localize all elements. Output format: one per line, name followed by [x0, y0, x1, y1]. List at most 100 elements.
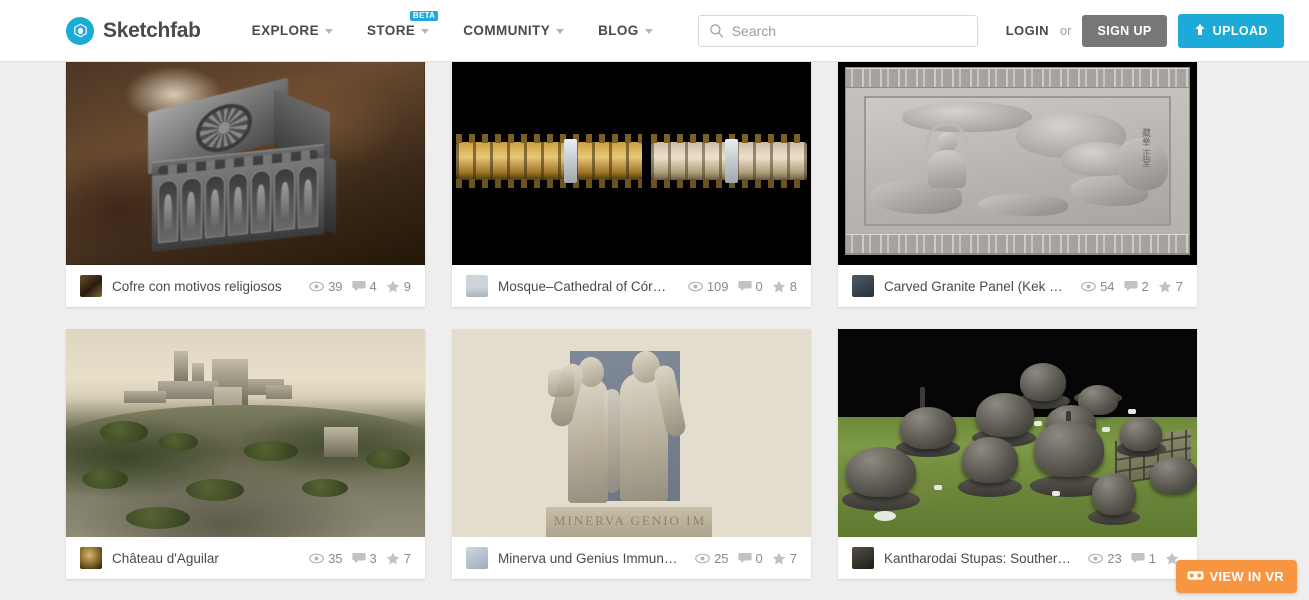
model-thumbnail[interactable]	[838, 329, 1197, 537]
model-title[interactable]: Cofre con motivos religiosos	[112, 279, 282, 294]
eye-icon	[695, 553, 710, 564]
likes-count: 9	[404, 279, 411, 294]
stat-likes: 7	[772, 551, 797, 566]
stat-comments: 0	[738, 279, 763, 294]
model-card-footer: Minerva und Genius Immunium 25 0	[452, 537, 811, 579]
stat-comments: 3	[352, 551, 377, 566]
views-count: 25	[714, 551, 728, 566]
search-input[interactable]	[732, 23, 952, 39]
stat-views: 23	[1088, 551, 1121, 566]
model-stats: 35 3 7	[292, 551, 411, 566]
comments-count: 3	[370, 551, 377, 566]
thumbnail-art-cordoba-beams	[452, 57, 811, 265]
model-card[interactable]: Château d'Aguilar 35 3	[66, 329, 425, 579]
avatar[interactable]	[852, 275, 874, 297]
star-icon	[386, 552, 400, 565]
thumbnail-art-minerva-relief: MINERVA GENIO IM	[452, 329, 811, 537]
views-count: 39	[328, 279, 342, 294]
avatar[interactable]	[466, 547, 488, 569]
sketchfab-cube-icon	[66, 17, 94, 45]
nav-label-store: STORE	[367, 23, 415, 38]
nav-item-blog[interactable]: BLOG	[581, 0, 670, 62]
chevron-down-icon	[421, 29, 429, 34]
avatar[interactable]	[852, 547, 874, 569]
avatar[interactable]	[80, 547, 102, 569]
likes-count: 7	[404, 551, 411, 566]
star-icon	[386, 280, 400, 293]
model-card[interactable]: MINERVA GENIO IM Minerva und Genius Immu…	[452, 329, 811, 579]
upload-arrow-icon	[1194, 23, 1206, 39]
model-title[interactable]: Minerva und Genius Immunium	[498, 551, 678, 566]
comment-bubble-icon	[1124, 280, 1138, 292]
model-card-footer: Carved Granite Panel (Kek Lok Si T... 54…	[838, 265, 1197, 307]
likes-count: 7	[790, 551, 797, 566]
views-count: 109	[707, 279, 729, 294]
model-thumbnail[interactable]: 藏拳 正堂	[838, 57, 1197, 265]
nav-label-community: COMMUNITY	[463, 23, 550, 38]
model-card[interactable]: Mosque–Cathedral of Córdoba - I... 109 0	[452, 57, 811, 307]
model-card[interactable]: 藏拳 正堂 Carved Granite Panel (Kek Lok Si T…	[838, 57, 1197, 307]
comment-bubble-icon	[352, 552, 366, 564]
stat-likes: 7	[1158, 279, 1183, 294]
stat-views: 54	[1081, 279, 1114, 294]
stat-comments: 4	[352, 279, 377, 294]
minerva-inscription: MINERVA GENIO IM	[554, 513, 706, 529]
vr-button-label: VIEW IN VR	[1209, 569, 1284, 584]
star-icon	[1158, 280, 1172, 293]
view-in-vr-button[interactable]: VIEW IN VR	[1176, 560, 1297, 593]
nav-item-explore[interactable]: EXPLORE	[235, 0, 350, 62]
beta-badge: BETA	[410, 11, 438, 22]
model-thumbnail[interactable]: MINERVA GENIO IM	[452, 329, 811, 537]
model-stats: 25 0 7	[678, 551, 797, 566]
sketchfab-logo[interactable]: Sketchfab	[66, 17, 201, 45]
nav-label-explore: EXPLORE	[252, 23, 319, 38]
stat-likes: 9	[386, 279, 411, 294]
model-stats: 54 2 7	[1064, 279, 1183, 294]
search-icon	[709, 23, 724, 38]
model-card-footer: Kantharodai Stupas: Southern Sect... 23 …	[838, 537, 1197, 579]
stat-views: 35	[309, 551, 342, 566]
signup-button[interactable]: SIGN UP	[1082, 15, 1166, 47]
chevron-down-icon	[645, 29, 653, 34]
logo-text: Sketchfab	[103, 19, 201, 43]
comment-bubble-icon	[352, 280, 366, 292]
model-stats: 109 0 8	[671, 279, 797, 294]
vr-goggles-icon	[1187, 569, 1204, 584]
panel-inscription: 藏拳 正堂	[1139, 128, 1151, 167]
chevron-down-icon	[556, 29, 564, 34]
thumbnail-art-granite-panel: 藏拳 正堂	[838, 57, 1197, 265]
model-card[interactable]: Kantharodai Stupas: Southern Sect... 23 …	[838, 329, 1197, 579]
model-title[interactable]: Kantharodai Stupas: Southern Sect...	[884, 551, 1071, 566]
auth-controls: LOGIN or SIGN UP UPLOAD	[1006, 14, 1284, 48]
model-title[interactable]: Mosque–Cathedral of Córdoba - I...	[498, 279, 671, 294]
stat-comments: 0	[738, 551, 763, 566]
model-card[interactable]: Cofre con motivos religiosos 39 4	[66, 57, 425, 307]
upload-button[interactable]: UPLOAD	[1178, 14, 1284, 48]
nav-item-community[interactable]: COMMUNITY	[446, 0, 581, 62]
model-thumbnail[interactable]	[66, 57, 425, 265]
comment-bubble-icon	[1131, 552, 1145, 564]
model-card-footer: Mosque–Cathedral of Córdoba - I... 109 0	[452, 265, 811, 307]
model-thumbnail[interactable]	[452, 57, 811, 265]
upload-label: UPLOAD	[1213, 24, 1268, 38]
views-count: 54	[1100, 279, 1114, 294]
main-nav: EXPLORE STORE BETA COMMUNITY BLOG	[235, 0, 670, 62]
star-icon	[772, 552, 786, 565]
model-thumbnail[interactable]	[66, 329, 425, 537]
avatar[interactable]	[80, 275, 102, 297]
model-title[interactable]: Château d'Aguilar	[112, 551, 219, 566]
site-header: Sketchfab EXPLORE STORE BETA COMMUNITY B…	[0, 0, 1309, 62]
model-title[interactable]: Carved Granite Panel (Kek Lok Si T...	[884, 279, 1064, 294]
eye-icon	[688, 281, 703, 292]
eye-icon	[1081, 281, 1096, 292]
views-count: 23	[1107, 551, 1121, 566]
model-stats: 23 1	[1071, 551, 1183, 566]
search-box[interactable]	[698, 15, 978, 47]
comment-bubble-icon	[738, 552, 752, 564]
model-stats: 39 4 9	[292, 279, 411, 294]
comments-count: 0	[756, 551, 763, 566]
avatar[interactable]	[466, 275, 488, 297]
login-link[interactable]: LOGIN	[1006, 23, 1049, 38]
model-card-footer: Cofre con motivos religiosos 39 4	[66, 265, 425, 307]
nav-item-store[interactable]: STORE BETA	[350, 0, 446, 62]
